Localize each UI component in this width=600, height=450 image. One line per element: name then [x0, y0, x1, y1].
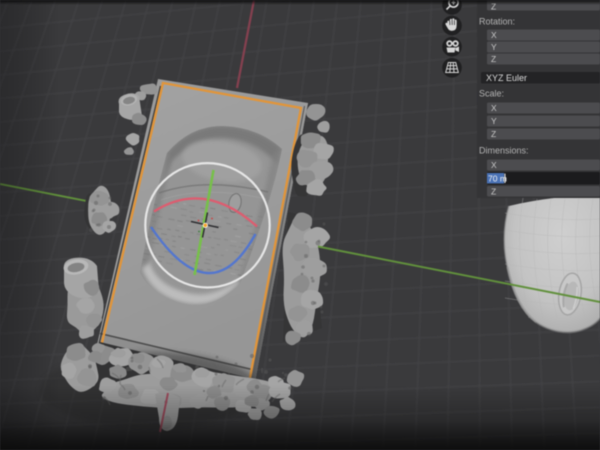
svg-text:Y: Y	[491, 116, 497, 126]
svg-text:X: X	[491, 160, 497, 170]
svg-text:Dimensions:: Dimensions:	[479, 146, 529, 156]
svg-text:Scale:: Scale:	[479, 89, 504, 99]
svg-text:X: X	[491, 30, 497, 40]
svg-text:XYZ Euler: XYZ Euler	[486, 73, 527, 83]
svg-text:Y: Y	[491, 42, 497, 52]
svg-text:Rotation:: Rotation:	[479, 17, 515, 27]
svg-text:Z: Z	[491, 129, 496, 139]
svg-text:70 m: 70 m	[488, 173, 507, 183]
svg-text:Z: Z	[491, 186, 496, 196]
svg-text:Z: Z	[491, 54, 496, 64]
svg-text:X: X	[491, 103, 497, 113]
